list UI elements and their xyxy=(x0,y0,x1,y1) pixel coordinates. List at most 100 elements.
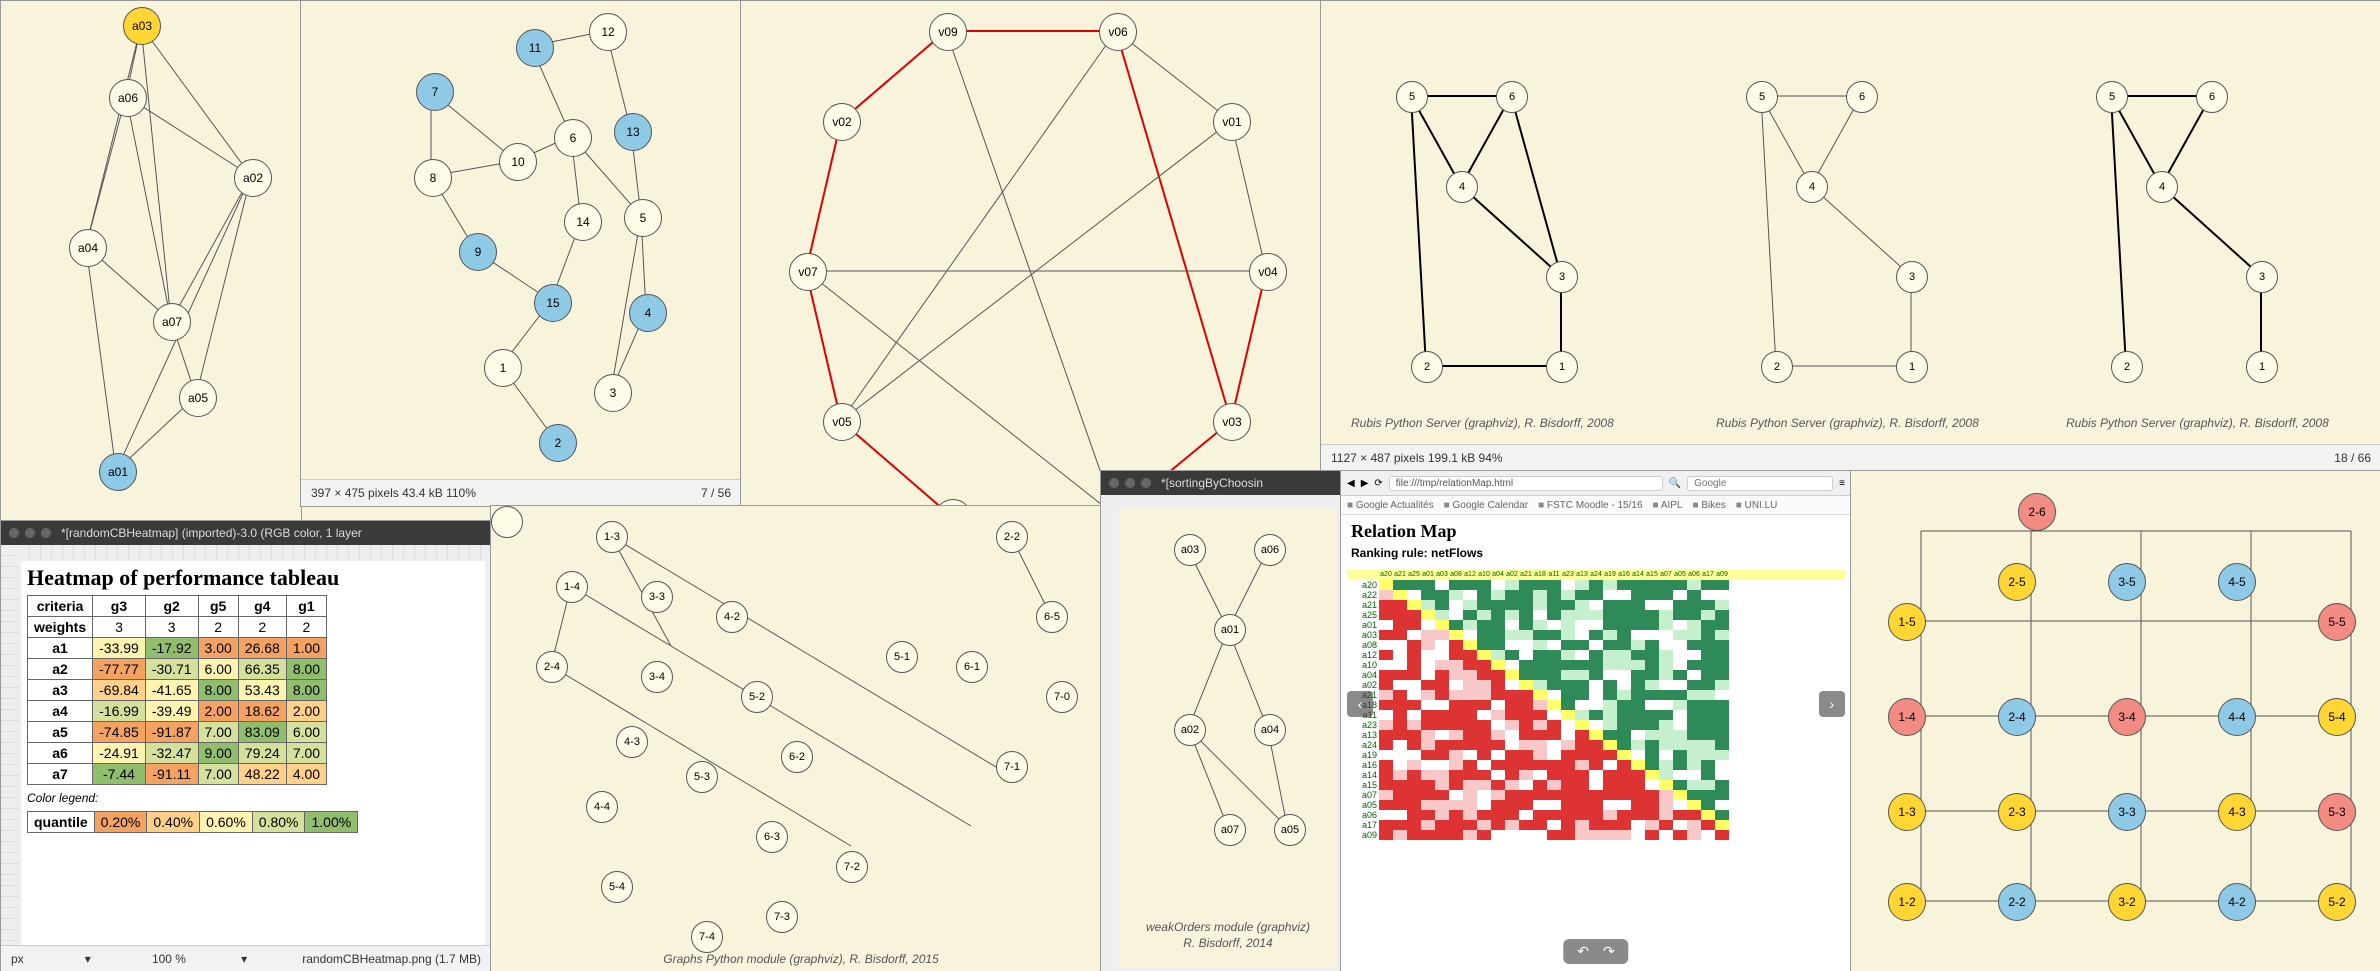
relmap-cell xyxy=(1393,620,1407,630)
relmap-cell xyxy=(1519,760,1533,770)
relmap-cell xyxy=(1407,780,1421,790)
relmap-cell xyxy=(1491,620,1505,630)
relmap-cell xyxy=(1407,790,1421,800)
e-5-1: 5-1 xyxy=(886,641,918,673)
relmap-cell xyxy=(1477,690,1491,700)
relmap-cell xyxy=(1477,810,1491,820)
status-right-d: 18 / 66 xyxy=(2334,451,2371,465)
relmap-cell xyxy=(1645,780,1659,790)
rotate-left-icon[interactable]: ↶ xyxy=(1577,943,1589,960)
grid-node-3-2: 3-2 xyxy=(2108,883,2146,921)
relmap-cell xyxy=(1603,630,1617,640)
relmap-cell xyxy=(1575,760,1589,770)
carousel-next-icon[interactable]: › xyxy=(1819,691,1845,717)
relmap-cell xyxy=(1533,810,1547,820)
titlebar-heatmap[interactable]: *[randomCBHeatmap] (imported)-3.0 (RGB c… xyxy=(1,521,491,545)
relmap-cell xyxy=(1659,590,1673,600)
relmap-cell xyxy=(1421,680,1435,690)
relmap-cell xyxy=(1533,750,1547,760)
hm-quantile: 0.40% xyxy=(147,812,200,833)
e-2-4: 2-4 xyxy=(536,651,568,683)
bookmark-item[interactable]: Google Calendar xyxy=(1444,500,1528,511)
relmap-cell xyxy=(1463,710,1477,720)
relmap-cell xyxy=(1393,670,1407,680)
bookmark-item[interactable]: FSTC Moodle - 15/16 xyxy=(1538,500,1642,511)
bookmark-item[interactable]: Google Actualités xyxy=(1347,500,1434,511)
relmap-cell xyxy=(1589,590,1603,600)
relmap-cell xyxy=(1547,600,1561,610)
relmap-cell xyxy=(1477,630,1491,640)
search-input[interactable] xyxy=(1687,476,1833,491)
relmap-cell xyxy=(1505,810,1519,820)
relmap-cell xyxy=(1519,810,1533,820)
relmap-cell xyxy=(1701,710,1715,720)
relmap-cell xyxy=(1617,660,1631,670)
relmap-cell xyxy=(1603,590,1617,600)
relmap-cell xyxy=(1617,630,1631,640)
f-a04: a04 xyxy=(1254,714,1286,746)
relmap-cell xyxy=(1505,770,1519,780)
bookmark-item[interactable]: AIPL xyxy=(1653,500,1683,511)
close-icon[interactable] xyxy=(1109,478,1119,488)
e-6-1: 6-1 xyxy=(956,651,988,683)
node-8: 8 xyxy=(414,159,452,197)
nav-fwd-icon[interactable]: ▶ xyxy=(1361,478,1369,489)
relmap-cell xyxy=(1435,610,1449,620)
relmap-cell xyxy=(1435,580,1449,590)
bookmark-bar[interactable]: Google Actualités Google Calendar FSTC Moo… xyxy=(1341,496,1851,515)
zoom-level[interactable]: 100 % xyxy=(152,952,186,966)
relmap-cell xyxy=(1603,670,1617,680)
bookmark-item[interactable]: UNI.LU xyxy=(1736,500,1778,511)
minimize-icon[interactable] xyxy=(25,528,35,538)
relmap-cell xyxy=(1659,740,1673,750)
carousel-prev-icon[interactable]: ‹ xyxy=(1347,691,1373,717)
relmap-cell xyxy=(1505,610,1519,620)
relmap-cell xyxy=(1421,720,1435,730)
relmap-cell xyxy=(1435,810,1449,820)
window-controls-f[interactable] xyxy=(1109,478,1151,488)
menu-icon[interactable]: ≡ xyxy=(1839,478,1845,489)
relmap-cell xyxy=(1575,650,1589,660)
url-bar[interactable]: file:///tmp/relationMap.html xyxy=(1389,476,1663,491)
grid-node-1-4: 1-4 xyxy=(1888,698,1926,736)
relmap-cell xyxy=(1673,620,1687,630)
relmap-cell xyxy=(1575,610,1589,620)
gallery-controls[interactable]: ↶↷ xyxy=(1563,939,1628,964)
canvas-f: a03 a06 a01 a02 a04 a07 a05 weakOrders m… xyxy=(1119,509,1337,968)
relmap-cell xyxy=(1687,800,1701,810)
relmap-cell xyxy=(1463,810,1477,820)
relmap-cell xyxy=(1673,680,1687,690)
relmap-cell xyxy=(1449,700,1463,710)
relmap-cell xyxy=(1533,700,1547,710)
relmap-cell xyxy=(1673,750,1687,760)
rotate-right-icon[interactable]: ↷ xyxy=(1603,943,1615,960)
nav-back-icon[interactable]: ◀ xyxy=(1347,478,1355,489)
search-icon[interactable]: 🔍 xyxy=(1669,478,1681,489)
relmap-cell xyxy=(1701,770,1715,780)
relmap-cell xyxy=(1575,640,1589,650)
relmap-cell xyxy=(1519,690,1533,700)
window-controls[interactable] xyxy=(9,528,51,538)
relmap-cell xyxy=(1379,760,1393,770)
minimize-icon[interactable] xyxy=(1125,478,1135,488)
file-info: randomCBHeatmap.png (1.7 MB) xyxy=(302,952,481,966)
maximize-icon[interactable] xyxy=(41,528,51,538)
relmap-cell xyxy=(1589,630,1603,640)
relmap-cell xyxy=(1407,630,1421,640)
relmap-cell xyxy=(1589,720,1603,730)
relmap-cell xyxy=(1421,740,1435,750)
relmap-cell xyxy=(1421,600,1435,610)
hm-cell: 7.00 xyxy=(198,722,238,743)
relmap-cell xyxy=(1673,660,1687,670)
reload-icon[interactable]: ⟳ xyxy=(1374,478,1382,489)
close-icon[interactable] xyxy=(9,528,19,538)
relmap-cell xyxy=(1701,750,1715,760)
bookmark-item[interactable]: Bikes xyxy=(1693,500,1726,511)
maximize-icon[interactable] xyxy=(1141,478,1151,488)
relmap-cell xyxy=(1575,630,1589,640)
titlebar-weakorders[interactable]: *[sortingByChoosin xyxy=(1101,471,1341,495)
relmap-cell xyxy=(1477,660,1491,670)
unit-select[interactable]: px xyxy=(11,952,24,966)
relmap-cell xyxy=(1491,600,1505,610)
relmap-cell xyxy=(1449,730,1463,740)
